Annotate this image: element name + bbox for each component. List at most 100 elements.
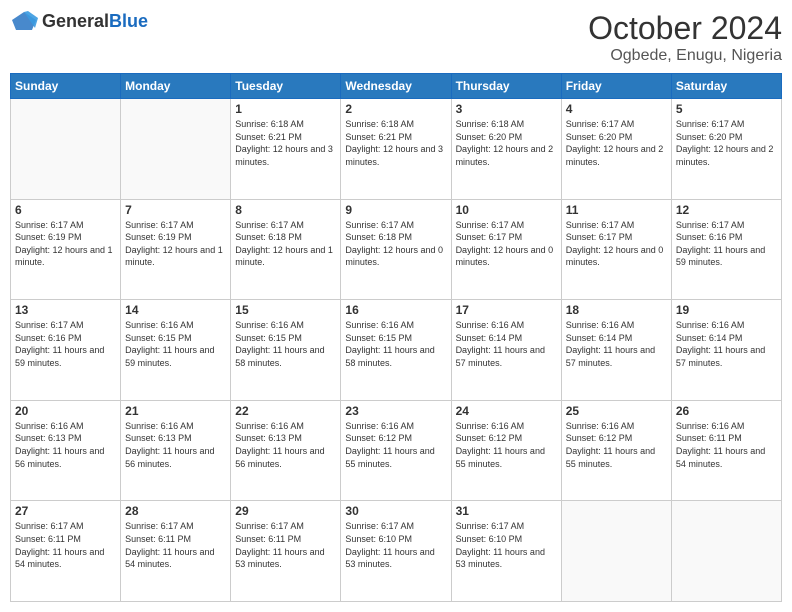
calendar-week-row: 1 Sunrise: 6:18 AMSunset: 6:21 PMDaylight… [11, 99, 782, 200]
day-info: Sunrise: 6:16 AMSunset: 6:11 PMDaylight:… [676, 420, 777, 470]
day-info: Sunrise: 6:16 AMSunset: 6:12 PMDaylight:… [345, 420, 446, 470]
day-number: 23 [345, 404, 446, 418]
day-info: Sunrise: 6:17 AMSunset: 6:17 PMDaylight:… [566, 219, 667, 269]
title-section: October 2024 Ogbede, Enugu, Nigeria [588, 10, 782, 65]
page: GeneralBlue October 2024 Ogbede, Enugu, … [0, 0, 792, 612]
day-info: Sunrise: 6:16 AMSunset: 6:13 PMDaylight:… [15, 420, 116, 470]
calendar-cell: 24 Sunrise: 6:16 AMSunset: 6:12 PMDayligh… [451, 400, 561, 501]
day-info: Sunrise: 6:16 AMSunset: 6:15 PMDaylight:… [235, 319, 336, 369]
day-number: 28 [125, 504, 226, 518]
calendar-cell: 10Sunrise: 6:17 AMSunset: 6:17 PMDayligh… [451, 199, 561, 300]
calendar-cell: 20 Sunrise: 6:16 AMSunset: 6:13 PMDayligh… [11, 400, 121, 501]
day-number: 13 [15, 303, 116, 317]
weekday-header: Friday [561, 74, 671, 99]
day-number: 21 [125, 404, 226, 418]
calendar-cell [11, 99, 121, 200]
calendar-cell: 22Sunrise: 6:16 AMSunset: 6:13 PMDayligh… [231, 400, 341, 501]
weekday-header: Tuesday [231, 74, 341, 99]
day-number: 9 [345, 203, 446, 217]
weekday-header: Saturday [671, 74, 781, 99]
calendar-cell [561, 501, 671, 602]
day-number: 8 [235, 203, 336, 217]
day-number: 7 [125, 203, 226, 217]
location: Ogbede, Enugu, Nigeria [588, 47, 782, 65]
day-number: 11 [566, 203, 667, 217]
day-info: Sunrise: 6:17 AMSunset: 6:20 PMDaylight:… [676, 118, 777, 168]
calendar-cell [121, 99, 231, 200]
calendar-header: SundayMondayTuesdayWednesdayThursdayFrid… [11, 74, 782, 99]
day-info: Sunrise: 6:16 AMSunset: 6:13 PMDaylight:… [235, 420, 336, 470]
calendar-cell: 5Sunrise: 6:17 AMSunset: 6:20 PMDaylight… [671, 99, 781, 200]
day-info: Sunrise: 6:17 AMSunset: 6:19 PMDaylight:… [15, 219, 116, 269]
calendar-cell: 6 Sunrise: 6:17 AMSunset: 6:19 PMDaylight… [11, 199, 121, 300]
calendar-cell: 14 Sunrise: 6:16 AMSunset: 6:15 PMDayligh… [121, 300, 231, 401]
day-number: 26 [676, 404, 777, 418]
calendar-table: SundayMondayTuesdayWednesdayThursdayFrid… [10, 73, 782, 602]
day-number: 29 [235, 504, 336, 518]
calendar-cell: 7 Sunrise: 6:17 AMSunset: 6:19 PMDaylight… [121, 199, 231, 300]
calendar-cell: 1 Sunrise: 6:18 AMSunset: 6:21 PMDaylight… [231, 99, 341, 200]
calendar-cell: 31Sunrise: 6:17 AMSunset: 6:10 PMDayligh… [451, 501, 561, 602]
day-number: 30 [345, 504, 446, 518]
calendar-cell: 13 Sunrise: 6:17 AMSunset: 6:16 PMDayligh… [11, 300, 121, 401]
day-info: Sunrise: 6:17 AMSunset: 6:16 PMDaylight:… [676, 219, 777, 269]
calendar-cell: 2Sunrise: 6:18 AMSunset: 6:21 PMDaylight… [341, 99, 451, 200]
day-info: Sunrise: 6:17 AMSunset: 6:20 PMDaylight:… [566, 118, 667, 168]
day-info: Sunrise: 6:17 AMSunset: 6:18 PMDaylight:… [345, 219, 446, 269]
weekday-header: Wednesday [341, 74, 451, 99]
day-number: 16 [345, 303, 446, 317]
calendar-cell: 3Sunrise: 6:18 AMSunset: 6:20 PMDaylight… [451, 99, 561, 200]
day-number: 14 [125, 303, 226, 317]
day-number: 6 [15, 203, 116, 217]
day-info: Sunrise: 6:16 AMSunset: 6:12 PMDaylight:… [456, 420, 557, 470]
day-info: Sunrise: 6:17 AMSunset: 6:11 PMDaylight:… [15, 520, 116, 570]
calendar-week-row: 13 Sunrise: 6:17 AMSunset: 6:16 PMDayligh… [11, 300, 782, 401]
day-number: 31 [456, 504, 557, 518]
day-number: 3 [456, 102, 557, 116]
day-info: Sunrise: 6:16 AMSunset: 6:14 PMDaylight:… [456, 319, 557, 369]
calendar-week-row: 27 Sunrise: 6:17 AMSunset: 6:11 PMDayligh… [11, 501, 782, 602]
day-info: Sunrise: 6:16 AMSunset: 6:14 PMDaylight:… [676, 319, 777, 369]
calendar-cell: 8 Sunrise: 6:17 AMSunset: 6:18 PMDaylight… [231, 199, 341, 300]
day-info: Sunrise: 6:17 AMSunset: 6:16 PMDaylight:… [15, 319, 116, 369]
day-info: Sunrise: 6:17 AMSunset: 6:19 PMDaylight:… [125, 219, 226, 269]
logo-text: GeneralBlue [42, 11, 148, 32]
logo-icon [10, 10, 38, 32]
day-number: 4 [566, 102, 667, 116]
weekday-header: Thursday [451, 74, 561, 99]
calendar-week-row: 6 Sunrise: 6:17 AMSunset: 6:19 PMDaylight… [11, 199, 782, 300]
day-info: Sunrise: 6:16 AMSunset: 6:15 PMDaylight:… [125, 319, 226, 369]
day-number: 25 [566, 404, 667, 418]
day-number: 27 [15, 504, 116, 518]
day-number: 20 [15, 404, 116, 418]
day-info: Sunrise: 6:16 AMSunset: 6:13 PMDaylight:… [125, 420, 226, 470]
day-number: 1 [235, 102, 336, 116]
calendar-cell: 28Sunrise: 6:17 AMSunset: 6:11 PMDayligh… [121, 501, 231, 602]
calendar-cell: 19Sunrise: 6:16 AMSunset: 6:14 PMDayligh… [671, 300, 781, 401]
weekday-header: Sunday [11, 74, 121, 99]
calendar-cell: 23 Sunrise: 6:16 AMSunset: 6:12 PMDayligh… [341, 400, 451, 501]
calendar-cell: 18Sunrise: 6:16 AMSunset: 6:14 PMDayligh… [561, 300, 671, 401]
day-info: Sunrise: 6:18 AMSunset: 6:21 PMDaylight:… [235, 118, 336, 168]
header: GeneralBlue October 2024 Ogbede, Enugu, … [10, 10, 782, 65]
weekday-header-row: SundayMondayTuesdayWednesdayThursdayFrid… [11, 74, 782, 99]
day-info: Sunrise: 6:17 AMSunset: 6:11 PMDaylight:… [235, 520, 336, 570]
logo-blue: Blue [109, 11, 148, 31]
day-info: Sunrise: 6:17 AMSunset: 6:18 PMDaylight:… [235, 219, 336, 269]
day-info: Sunrise: 6:16 AMSunset: 6:14 PMDaylight:… [566, 319, 667, 369]
calendar-cell: 27 Sunrise: 6:17 AMSunset: 6:11 PMDayligh… [11, 501, 121, 602]
day-number: 24 [456, 404, 557, 418]
calendar-cell: 12 Sunrise: 6:17 AMSunset: 6:16 PMDayligh… [671, 199, 781, 300]
day-number: 10 [456, 203, 557, 217]
day-number: 15 [235, 303, 336, 317]
calendar-cell: 9 Sunrise: 6:17 AMSunset: 6:18 PMDaylight… [341, 199, 451, 300]
day-number: 2 [345, 102, 446, 116]
calendar-cell: 25 Sunrise: 6:16 AMSunset: 6:12 PMDayligh… [561, 400, 671, 501]
day-info: Sunrise: 6:17 AMSunset: 6:10 PMDaylight:… [345, 520, 446, 570]
calendar-week-row: 20 Sunrise: 6:16 AMSunset: 6:13 PMDayligh… [11, 400, 782, 501]
calendar-cell: 30 Sunrise: 6:17 AMSunset: 6:10 PMDayligh… [341, 501, 451, 602]
calendar-cell: 26 Sunrise: 6:16 AMSunset: 6:11 PMDayligh… [671, 400, 781, 501]
day-number: 12 [676, 203, 777, 217]
month-title: October 2024 [588, 10, 782, 47]
day-info: Sunrise: 6:16 AMSunset: 6:12 PMDaylight:… [566, 420, 667, 470]
